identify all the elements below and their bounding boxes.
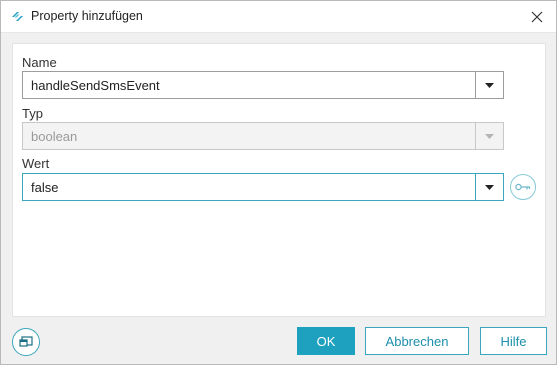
value-dropdown-button[interactable] xyxy=(475,174,503,200)
window-title: Property hinzufügen xyxy=(31,9,143,23)
app-logo-icon xyxy=(12,12,23,21)
ok-button[interactable]: OK xyxy=(297,327,355,355)
dialog-window: Property hinzufügen Name handleSendSmsEv… xyxy=(0,0,557,365)
value-label: Wert xyxy=(22,156,50,171)
help-button[interactable]: Hilfe xyxy=(480,327,547,355)
type-value: boolean xyxy=(31,129,78,144)
window-toggle-icon xyxy=(19,336,33,347)
chevron-down-icon xyxy=(485,82,494,88)
type-combobox: boolean xyxy=(22,122,504,150)
key-icon xyxy=(515,183,531,191)
close-button[interactable] xyxy=(524,4,550,30)
title-bar: Property hinzufügen xyxy=(1,1,556,33)
chevron-down-icon xyxy=(485,133,494,139)
value-combobox[interactable]: false xyxy=(22,173,504,201)
value-value[interactable]: false xyxy=(31,180,58,195)
form-panel: Name handleSendSmsEvent Typ boolean Wert… xyxy=(12,43,546,317)
close-icon xyxy=(531,11,543,23)
name-combobox[interactable]: handleSendSmsEvent xyxy=(22,71,504,99)
window-toggle-button[interactable] xyxy=(12,328,40,356)
cancel-button[interactable]: Abbrechen xyxy=(365,327,469,355)
name-dropdown-button[interactable] xyxy=(475,72,503,98)
chevron-down-icon xyxy=(485,184,494,190)
name-label: Name xyxy=(22,55,57,70)
type-dropdown-button xyxy=(475,123,503,149)
type-label: Typ xyxy=(22,106,43,121)
name-value[interactable]: handleSendSmsEvent xyxy=(31,78,160,93)
key-button[interactable] xyxy=(510,174,536,200)
